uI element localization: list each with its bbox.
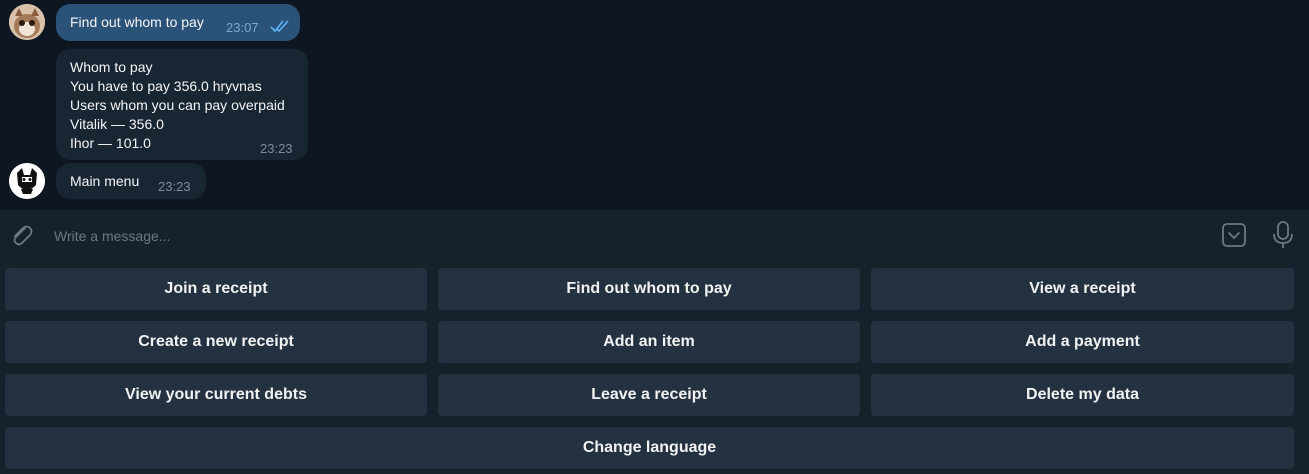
delete-data-button[interactable]: Delete my data xyxy=(871,374,1294,416)
message-line: Users whom you can pay overpaid xyxy=(70,97,285,113)
message-line: Vitalik — 356.0 xyxy=(70,116,164,132)
message-list[interactable]: Find out whom to pay 23:07 Whom to pay Y… xyxy=(0,0,1309,210)
message-line: Ihor — 101.0 xyxy=(70,135,151,151)
message-time: 23:23 xyxy=(158,179,191,194)
message-input[interactable] xyxy=(52,220,1196,252)
add-payment-button[interactable]: Add a payment xyxy=(871,321,1294,363)
message-line: You have to pay 356.0 hryvnas xyxy=(70,78,262,94)
create-receipt-button[interactable]: Create a new receipt xyxy=(5,321,427,363)
message-text: Find out whom to pay xyxy=(70,14,204,30)
change-language-button[interactable]: Change language xyxy=(5,427,1294,469)
telegram-chat-window: Find out whom to pay 23:07 Whom to pay Y… xyxy=(0,0,1309,474)
add-item-button[interactable]: Add an item xyxy=(438,321,860,363)
message-time: 23:07 xyxy=(226,20,259,35)
message-time: 23:23 xyxy=(260,141,293,156)
bot-avatar[interactable] xyxy=(9,163,45,199)
bot-keyboard-icon[interactable] xyxy=(1221,222,1247,248)
view-debts-button[interactable]: View your current debts xyxy=(5,374,427,416)
find-whom-to-pay-button[interactable]: Find out whom to pay xyxy=(438,268,860,310)
message-text: Whom to pay You have to pay 356.0 hryvna… xyxy=(70,58,285,153)
incoming-message[interactable]: Whom to pay You have to pay 356.0 hryvna… xyxy=(56,49,308,160)
join-receipt-button[interactable]: Join a receipt xyxy=(5,268,427,310)
message-text: Main menu xyxy=(70,173,140,189)
view-receipt-button[interactable]: View a receipt xyxy=(871,268,1294,310)
bot-avatar-image xyxy=(9,163,45,199)
bot-reply-keyboard: Join a receipt Find out whom to pay View… xyxy=(0,260,1309,474)
message-line: Whom to pay xyxy=(70,59,153,75)
paperclip-icon[interactable] xyxy=(8,222,34,248)
double-check-icon xyxy=(270,20,289,33)
microphone-icon[interactable] xyxy=(1270,220,1296,250)
user-avatar-image xyxy=(9,4,45,40)
outgoing-message[interactable]: Find out whom to pay 23:07 xyxy=(56,4,300,41)
leave-receipt-button[interactable]: Leave a receipt xyxy=(438,374,860,416)
incoming-message[interactable]: Main menu 23:23 xyxy=(56,163,206,199)
message-composer xyxy=(0,210,1309,260)
user-avatar[interactable] xyxy=(9,4,45,40)
